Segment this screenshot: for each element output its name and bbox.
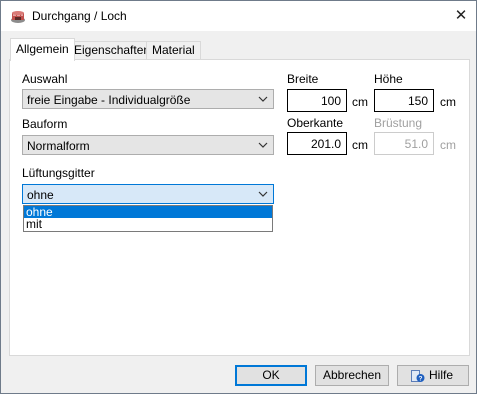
hoehe-label: Höhe xyxy=(374,72,403,86)
bruestung-input: 51.0 xyxy=(374,132,434,155)
lueftungsgitter-value: ohne xyxy=(27,188,54,202)
oberkante-label: Oberkante xyxy=(287,116,344,130)
oberkante-value: 201.0 xyxy=(310,137,341,151)
help-book-icon: ? xyxy=(411,370,425,383)
oberkante-unit: cm xyxy=(352,138,368,152)
breite-unit: cm xyxy=(352,95,368,109)
lueftungsgitter-dropdown-list: ohne mit xyxy=(23,205,273,232)
chevron-down-icon xyxy=(258,191,268,197)
close-icon: ✕ xyxy=(454,7,468,24)
tab-material[interactable]: Material xyxy=(146,41,201,60)
oberkante-input[interactable]: 201.0 xyxy=(287,132,347,155)
close-button[interactable]: ✕ xyxy=(446,1,476,31)
hilfe-label: Hilfe xyxy=(428,368,453,382)
abbrechen-button[interactable]: Abbrechen xyxy=(315,365,389,386)
svg-text:?: ? xyxy=(419,376,423,383)
breite-input[interactable]: 100 xyxy=(287,89,347,112)
dropdown-option-ohne[interactable]: ohne xyxy=(24,206,272,218)
tab-allgemein[interactable]: Allgemein xyxy=(10,38,75,61)
hoehe-unit: cm xyxy=(440,95,456,109)
chevron-down-icon xyxy=(258,96,268,102)
window-title: Durchgang / Loch xyxy=(32,9,127,23)
title-bar: Durchgang / Loch ✕ xyxy=(1,1,476,31)
dialog-window: Durchgang / Loch ✕ Allgemein Eigenschaft… xyxy=(0,0,477,394)
chevron-down-icon xyxy=(258,142,268,148)
hilfe-button[interactable]: ? Hilfe xyxy=(397,365,469,386)
auswahl-value: freie Eingabe - Individualgröße xyxy=(27,93,191,107)
bruestung-value: 51.0 xyxy=(404,137,428,151)
bauform-value: Normalform xyxy=(27,139,90,153)
ok-button[interactable]: OK xyxy=(235,365,307,386)
auswahl-select[interactable]: freie Eingabe - Individualgröße xyxy=(22,89,274,109)
hoehe-input[interactable]: 150 xyxy=(374,89,434,112)
bauform-select[interactable]: Normalform xyxy=(22,135,274,155)
breite-value: 100 xyxy=(320,94,341,108)
hole-in-wall-icon xyxy=(11,11,25,23)
lueftungsgitter-label: Lüftungsgitter xyxy=(22,166,95,180)
breite-label: Breite xyxy=(287,72,319,86)
hoehe-value: 150 xyxy=(407,94,428,108)
bruestung-unit: cm xyxy=(440,138,456,152)
dropdown-option-mit[interactable]: mit xyxy=(24,218,272,230)
bauform-label: Bauform xyxy=(22,117,68,131)
lueftungsgitter-select[interactable]: ohne xyxy=(22,184,274,204)
auswahl-label: Auswahl xyxy=(22,72,68,86)
tab-eigenschaften[interactable]: Eigenschaften xyxy=(68,41,157,60)
bruestung-label: Brüstung xyxy=(374,116,423,130)
